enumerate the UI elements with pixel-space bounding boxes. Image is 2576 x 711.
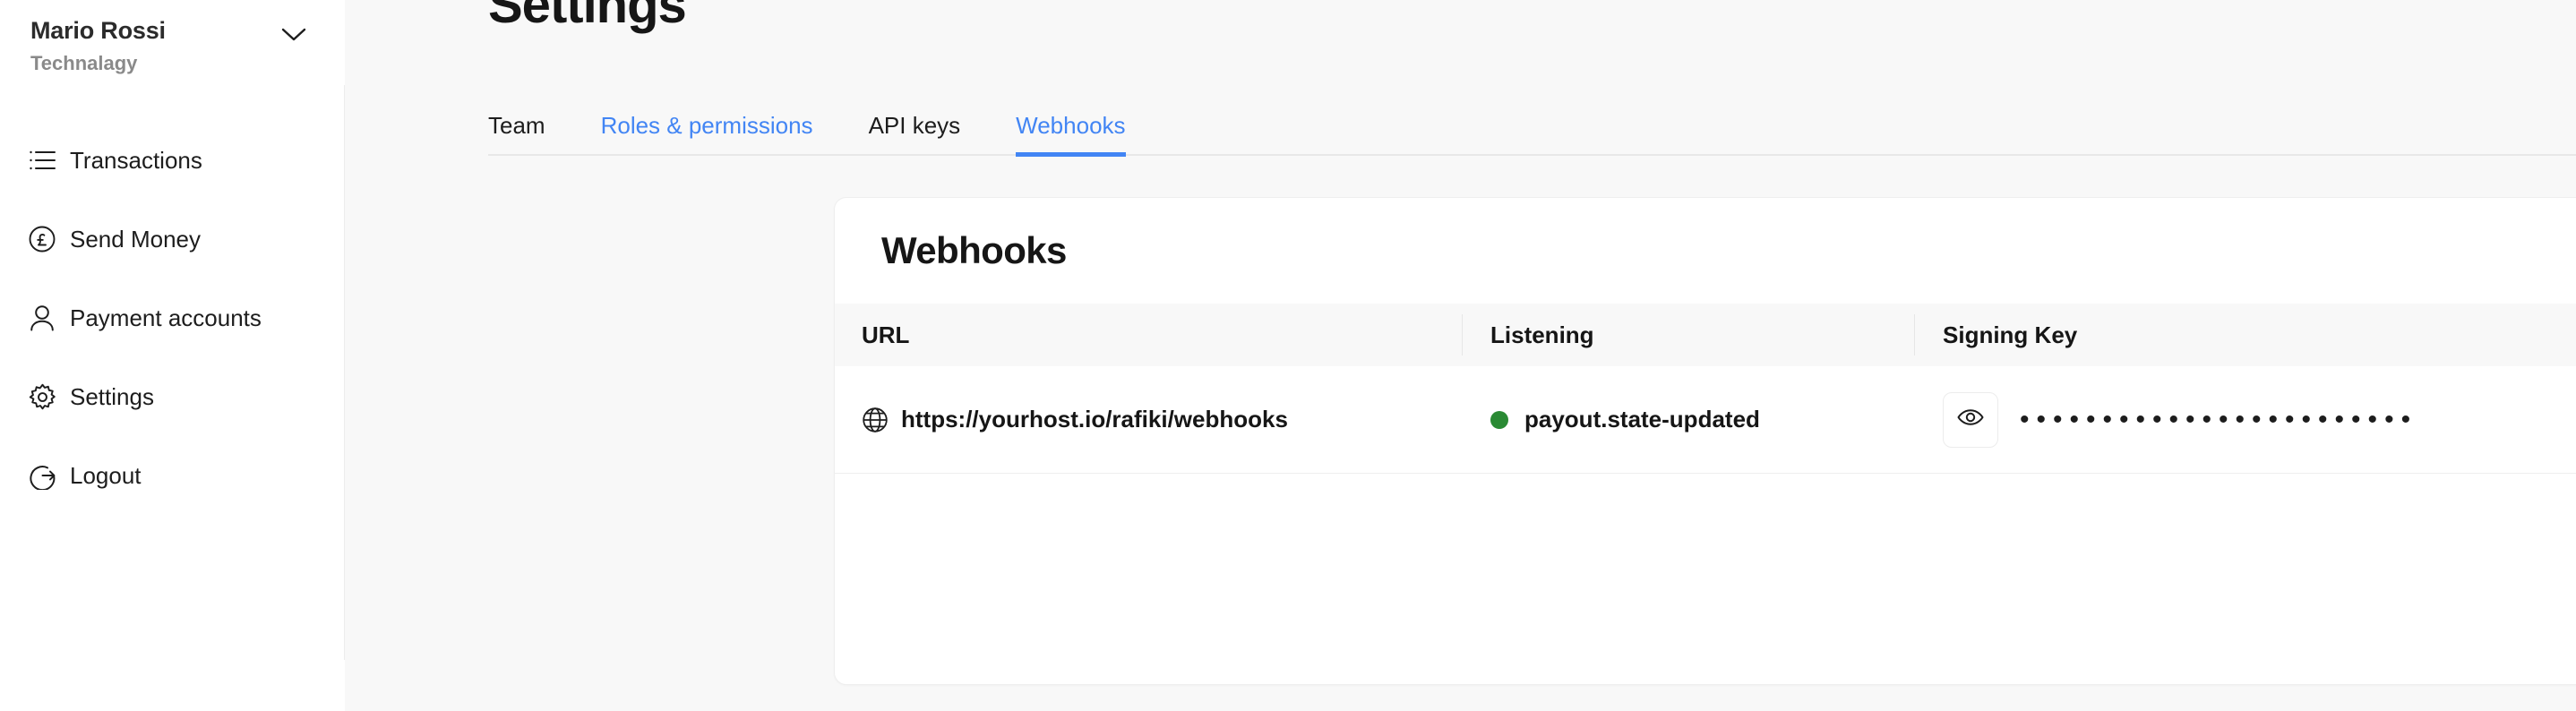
list-icon: [25, 143, 59, 177]
chevron-down-icon[interactable]: [280, 27, 307, 47]
main-content: Settings Team Roles & permissions API ke…: [345, 0, 2576, 711]
cell-listening: payout.state-updated: [1462, 366, 1914, 473]
user-name: Mario Rossi: [30, 17, 166, 44]
card-title: Webhooks: [881, 229, 1067, 271]
column-header-signingkey: Signing Key: [1914, 304, 2576, 366]
tab-webhooks[interactable]: Webhooks: [1016, 114, 1126, 157]
table-header-row: URL Listening Signing Key Actions: [835, 304, 2576, 366]
org-text: Mario Rossi Technalagy: [30, 16, 280, 78]
card-header: Webhooks Create: [835, 198, 2576, 304]
webhooks-card: Webhooks Create URL Listening Signing Ke…: [834, 197, 2576, 685]
table-row: https://yourhost.io/rafiki/webhooks payo…: [835, 366, 2576, 474]
tab-roles-permissions[interactable]: Roles & permissions: [601, 114, 813, 157]
globe-icon: [862, 407, 889, 433]
pound-circle-icon: [25, 222, 59, 256]
tab-api-keys[interactable]: API keys: [869, 114, 961, 157]
app-root: Mario Rossi Technalagy Transactions Send…: [0, 0, 2576, 711]
sidebar-item-label: Payment accounts: [70, 304, 262, 331]
settings-tabs: Team Roles & permissions API keys Webhoo…: [488, 101, 1181, 157]
sidebar-item-transactions[interactable]: Transactions: [0, 139, 345, 182]
cell-listening-text: payout.state-updated: [1524, 406, 1760, 433]
sidebar-nav: Transactions Send Money Payment accounts…: [0, 86, 345, 497]
column-header-listening: Listening: [1462, 304, 1914, 366]
sidebar-item-payment-accounts[interactable]: Payment accounts: [0, 296, 345, 339]
cell-url-text: https://yourhost.io/rafiki/webhooks: [901, 406, 1288, 433]
signing-key-masked-value: ••••••••••••••••••••••••: [2020, 404, 2418, 434]
sidebar-item-label: Settings: [70, 383, 154, 410]
user-icon: [25, 301, 59, 335]
sidebar-item-label: Transactions: [70, 147, 202, 174]
eye-icon: [1957, 406, 1984, 433]
page-title: Settings: [488, 0, 687, 34]
sidebar-item-settings[interactable]: Settings: [0, 375, 345, 418]
sidebar-item-logout[interactable]: Logout: [0, 454, 345, 497]
cell-url: https://yourhost.io/rafiki/webhooks: [835, 366, 1462, 473]
sidebar: Mario Rossi Technalagy Transactions Send…: [0, 0, 346, 711]
sidebar-item-send-money[interactable]: Send Money: [0, 218, 345, 261]
reveal-signing-key-button[interactable]: [1943, 391, 1998, 448]
cell-signing-key: ••••••••••••••••••••••••: [1914, 366, 2576, 473]
org-name: Technalagy: [30, 51, 138, 74]
sidebar-item-label: Logout: [70, 462, 142, 489]
webhooks-table: URL Listening Signing Key Actions: [835, 304, 2576, 474]
sidebar-item-label: Send Money: [70, 226, 201, 253]
column-header-url: URL: [862, 321, 910, 348]
gear-icon: [25, 380, 59, 414]
org-switcher[interactable]: Mario Rossi Technalagy: [0, 0, 345, 86]
logout-icon: [25, 458, 59, 493]
tab-team[interactable]: Team: [488, 114, 545, 157]
status-dot-icon: [1490, 410, 1508, 429]
